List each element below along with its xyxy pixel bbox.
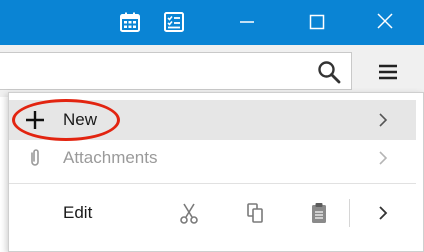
calendar-icon[interactable] xyxy=(118,10,142,34)
search-icon[interactable] xyxy=(316,59,342,85)
app-menu-panel: New Attachments Edit xyxy=(8,92,424,252)
edit-divider xyxy=(349,199,350,227)
cut-icon[interactable] xyxy=(175,200,203,226)
menu-item-new[interactable]: New xyxy=(9,100,416,140)
menu-item-label: Attachments xyxy=(63,148,158,167)
plus-icon xyxy=(26,111,44,129)
title-bar xyxy=(0,0,424,45)
paste-icon[interactable] xyxy=(305,200,333,226)
menu-divider xyxy=(9,183,416,184)
search-input[interactable] xyxy=(0,52,352,90)
edit-label: Edit xyxy=(63,203,93,222)
menu-item-attachments[interactable]: Attachments xyxy=(9,138,416,178)
minimize-icon[interactable] xyxy=(232,8,262,36)
close-icon[interactable] xyxy=(370,8,400,36)
chevron-right-icon xyxy=(379,151,388,165)
chevron-right-icon xyxy=(379,113,388,127)
menu-item-label: New xyxy=(63,110,98,129)
maximize-icon[interactable] xyxy=(302,8,332,36)
copy-icon[interactable] xyxy=(241,200,269,226)
paperclip-icon xyxy=(31,149,39,166)
tasks-icon[interactable] xyxy=(162,10,186,34)
hamburger-menu-icon[interactable] xyxy=(374,59,402,85)
chevron-right-icon[interactable] xyxy=(373,203,393,223)
menu-item-edit: Edit xyxy=(9,191,416,235)
